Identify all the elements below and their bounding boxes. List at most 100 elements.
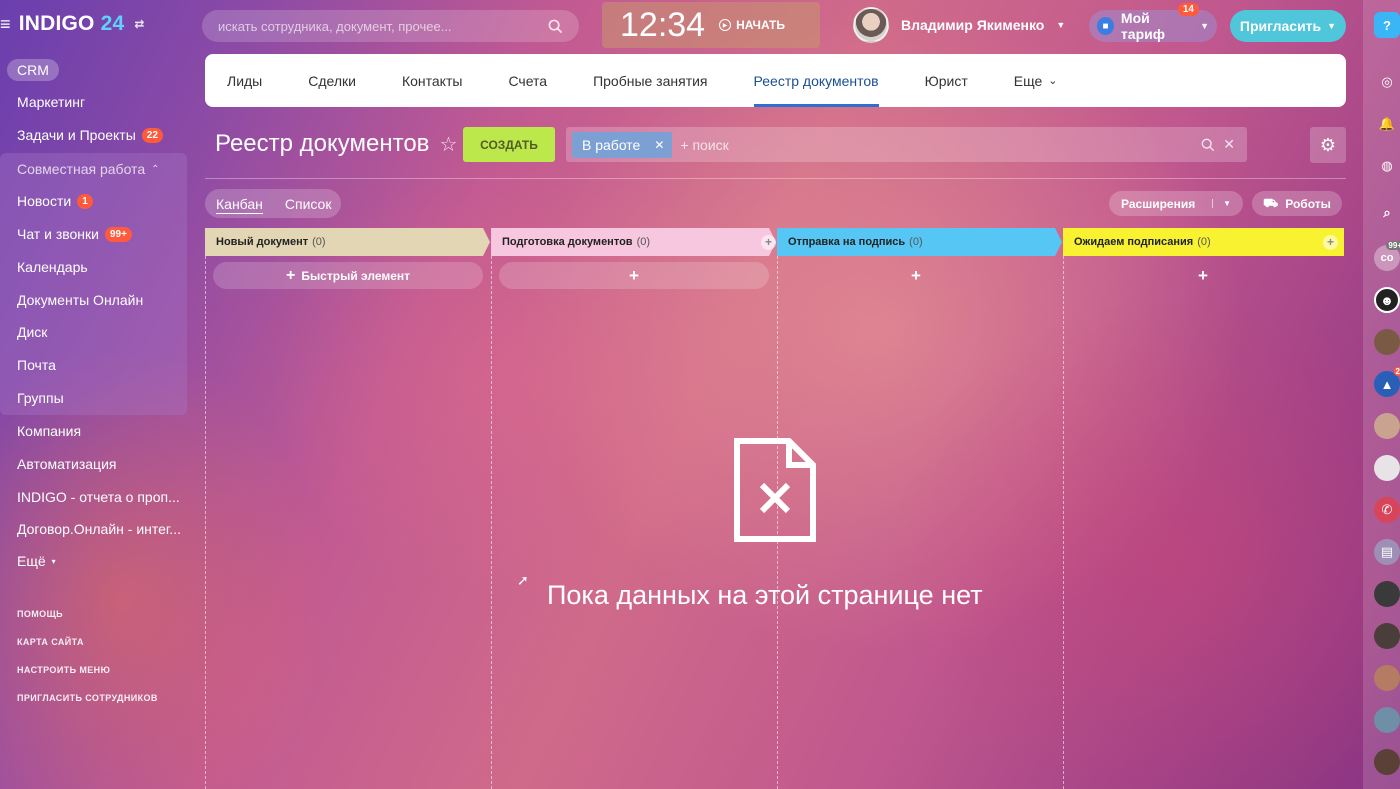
quick-add-button[interactable]: + Быстрый элемент xyxy=(213,262,483,289)
contact-avatar[interactable] xyxy=(1374,665,1400,691)
sidebar-item-automation[interactable]: Автоматизация xyxy=(17,456,116,472)
sidebar-item-disk[interactable]: Диск xyxy=(17,324,47,340)
global-search[interactable]: искать сотрудника, документ, прочее... xyxy=(202,10,579,42)
open-lines-icon[interactable]: co 99+ xyxy=(1374,241,1400,271)
sidebar-item-mail[interactable]: Почта xyxy=(17,357,56,373)
sidebar-item-company[interactable]: Компания xyxy=(17,423,81,439)
add-column-icon[interactable]: + xyxy=(761,234,776,250)
help-icon[interactable]: ? xyxy=(1374,12,1400,38)
configure-menu-link[interactable]: НАСТРОИТЬ МЕНЮ xyxy=(17,665,110,675)
tab-invoices[interactable]: Счета xyxy=(508,54,570,107)
column-header-new[interactable]: Новый документ (0) xyxy=(205,228,485,256)
work-timer[interactable]: 12:34 ▶ НАЧАТЬ xyxy=(602,2,820,48)
phone-icon[interactable]: ✆ xyxy=(1374,497,1400,523)
tab-leads[interactable]: Лиды xyxy=(227,54,285,107)
search-icon[interactable] xyxy=(1201,138,1215,152)
plus-icon: + xyxy=(911,265,921,285)
contact-avatar[interactable] xyxy=(1374,749,1400,775)
news-count-badge: 1 xyxy=(77,193,93,209)
contact-avatar[interactable] xyxy=(1374,581,1400,607)
empty-state-text: Пока данных на этой странице нет xyxy=(547,580,983,610)
column-header-await[interactable]: Ожидаем подписания (0) + xyxy=(1063,228,1344,256)
swap-icon[interactable]: ⇄ xyxy=(134,17,144,31)
star-icon[interactable]: ☆ xyxy=(439,132,457,157)
tab-lawyer[interactable]: Юрист xyxy=(925,54,991,107)
sidebar-item-contract-online[interactable]: Договор.Онлайн - интег... xyxy=(17,521,181,537)
column-name: Ожидаем подписания xyxy=(1074,236,1194,248)
sidebar-item-tasks[interactable]: Задачи и Проекты 22 xyxy=(17,127,163,143)
invite-button[interactable]: Пригласить ▼ xyxy=(1230,10,1346,42)
view-kanban[interactable]: Канбан xyxy=(216,196,263,212)
sidebar-item-crm[interactable]: CRM xyxy=(7,59,59,81)
robots-button[interactable]: ⛟ Роботы xyxy=(1252,191,1342,216)
tab-more-label: Еще xyxy=(1013,72,1043,89)
column-divider xyxy=(205,256,206,789)
sidebar-item-calendar[interactable]: Календарь xyxy=(17,259,88,275)
sidebar-item-label: Почта xyxy=(17,357,56,373)
add-item-button[interactable]: + xyxy=(785,262,1047,289)
sidebar-item-news[interactable]: Новости 1 xyxy=(17,193,93,209)
close-icon[interactable]: ✕ xyxy=(654,138,664,152)
column-header-prep[interactable]: Подготовка документов (0) + xyxy=(491,228,776,256)
extensions-button[interactable]: Расширения ▼ xyxy=(1109,191,1243,216)
activity-icon[interactable]: ◎ xyxy=(1374,69,1400,95)
clear-icon[interactable]: ✕ xyxy=(1223,136,1235,153)
view-list[interactable]: Список xyxy=(285,196,332,212)
sidebar-item-chat[interactable]: Чат и звонки 99+ xyxy=(17,226,132,242)
plus-icon: + xyxy=(285,266,296,284)
search-icon[interactable] xyxy=(548,19,563,34)
tab-more[interactable]: Еще ⌄ xyxy=(1014,54,1081,107)
view-switch: Канбан Список xyxy=(205,189,341,218)
chat-icon[interactable]: ◍ xyxy=(1374,153,1400,179)
menu-icon[interactable]: ≡ xyxy=(0,14,11,35)
search-icon[interactable]: ⌕ xyxy=(1374,200,1400,226)
chevron-down-icon: ▼ xyxy=(1200,21,1209,31)
sidebar-item-label: Календарь xyxy=(17,259,88,275)
group-chat-icon[interactable]: ▲ 2 xyxy=(1374,367,1400,397)
column-header-send[interactable]: Отправка на подпись (0) xyxy=(777,228,1057,256)
sidebar-item-collab[interactable]: Совместная работа ⌃ xyxy=(17,161,160,177)
user-menu[interactable]: Владимир Якименко ▼ xyxy=(853,7,1065,43)
settings-button[interactable]: ⚙ xyxy=(1310,127,1346,163)
tab-document-registry[interactable]: Реестр документов xyxy=(753,54,902,107)
tab-contacts[interactable]: Контакты xyxy=(402,54,485,107)
sidebar-item-more[interactable]: Ещё ▾ xyxy=(17,553,56,569)
help-link[interactable]: ПОМОЩЬ xyxy=(17,609,63,619)
contact-card-icon[interactable]: ▤ xyxy=(1374,539,1400,565)
filter-search[interactable]: В работе ✕ + поиск ✕ xyxy=(566,127,1247,162)
tab-deals[interactable]: Сделки xyxy=(308,54,379,107)
invite-employees-link[interactable]: ПРИГЛАСИТЬ СОТРУДНИКОВ xyxy=(17,693,158,703)
mouse-cursor-icon: ➚ xyxy=(517,572,529,588)
sidebar-item-marketing[interactable]: Маркетинг xyxy=(17,94,85,110)
sidebar-item-groups[interactable]: Группы xyxy=(17,390,64,406)
sidebar-item-label: Совместная работа xyxy=(17,161,146,177)
add-column-icon[interactable]: + xyxy=(1323,234,1338,250)
plus-icon: + xyxy=(629,265,639,285)
contact-avatar[interactable] xyxy=(1374,329,1400,355)
add-item-button[interactable]: + xyxy=(499,262,769,289)
sitemap-link[interactable]: КАРТА САЙТА xyxy=(17,637,84,647)
logo-number: 24 xyxy=(100,12,125,35)
contact-avatar[interactable] xyxy=(1374,623,1400,649)
avatar[interactable] xyxy=(853,7,889,43)
user-name: Владимир Якименко xyxy=(901,17,1045,33)
robot-avatar-icon[interactable]: ☻ xyxy=(1374,287,1400,313)
invite-label: Пригласить xyxy=(1239,18,1322,34)
contact-avatar[interactable] xyxy=(1374,707,1400,733)
contact-avatar[interactable] xyxy=(1374,413,1400,439)
create-button[interactable]: СОЗДАТЬ xyxy=(463,127,555,162)
column-count: (0) xyxy=(909,236,923,248)
tab-trial-lessons[interactable]: Пробные занятия xyxy=(593,54,730,107)
app-logo[interactable]: ≡ INDIGO 24 ⇄ xyxy=(0,12,145,36)
start-workday-button[interactable]: ▶ НАЧАТЬ xyxy=(719,18,785,32)
add-item-button[interactable]: + xyxy=(1071,262,1335,289)
tariff-button[interactable]: ■ Мой тариф ▼ 14 xyxy=(1089,3,1217,42)
sidebar-item-docs-online[interactable]: Документы Онлайн xyxy=(17,292,143,308)
contact-avatar[interactable] xyxy=(1374,455,1400,481)
plus-icon: + xyxy=(1198,265,1208,285)
sidebar-item-label: Чат и звонки xyxy=(17,226,99,242)
sidebar-item-label: Договор.Онлайн - интег... xyxy=(17,521,181,537)
notification-bell-icon[interactable]: 🔔 xyxy=(1374,111,1400,137)
sidebar-item-indigo-reports[interactable]: INDIGO - отчета о проп... xyxy=(17,489,180,505)
filter-chip[interactable]: В работе ✕ xyxy=(572,131,673,158)
